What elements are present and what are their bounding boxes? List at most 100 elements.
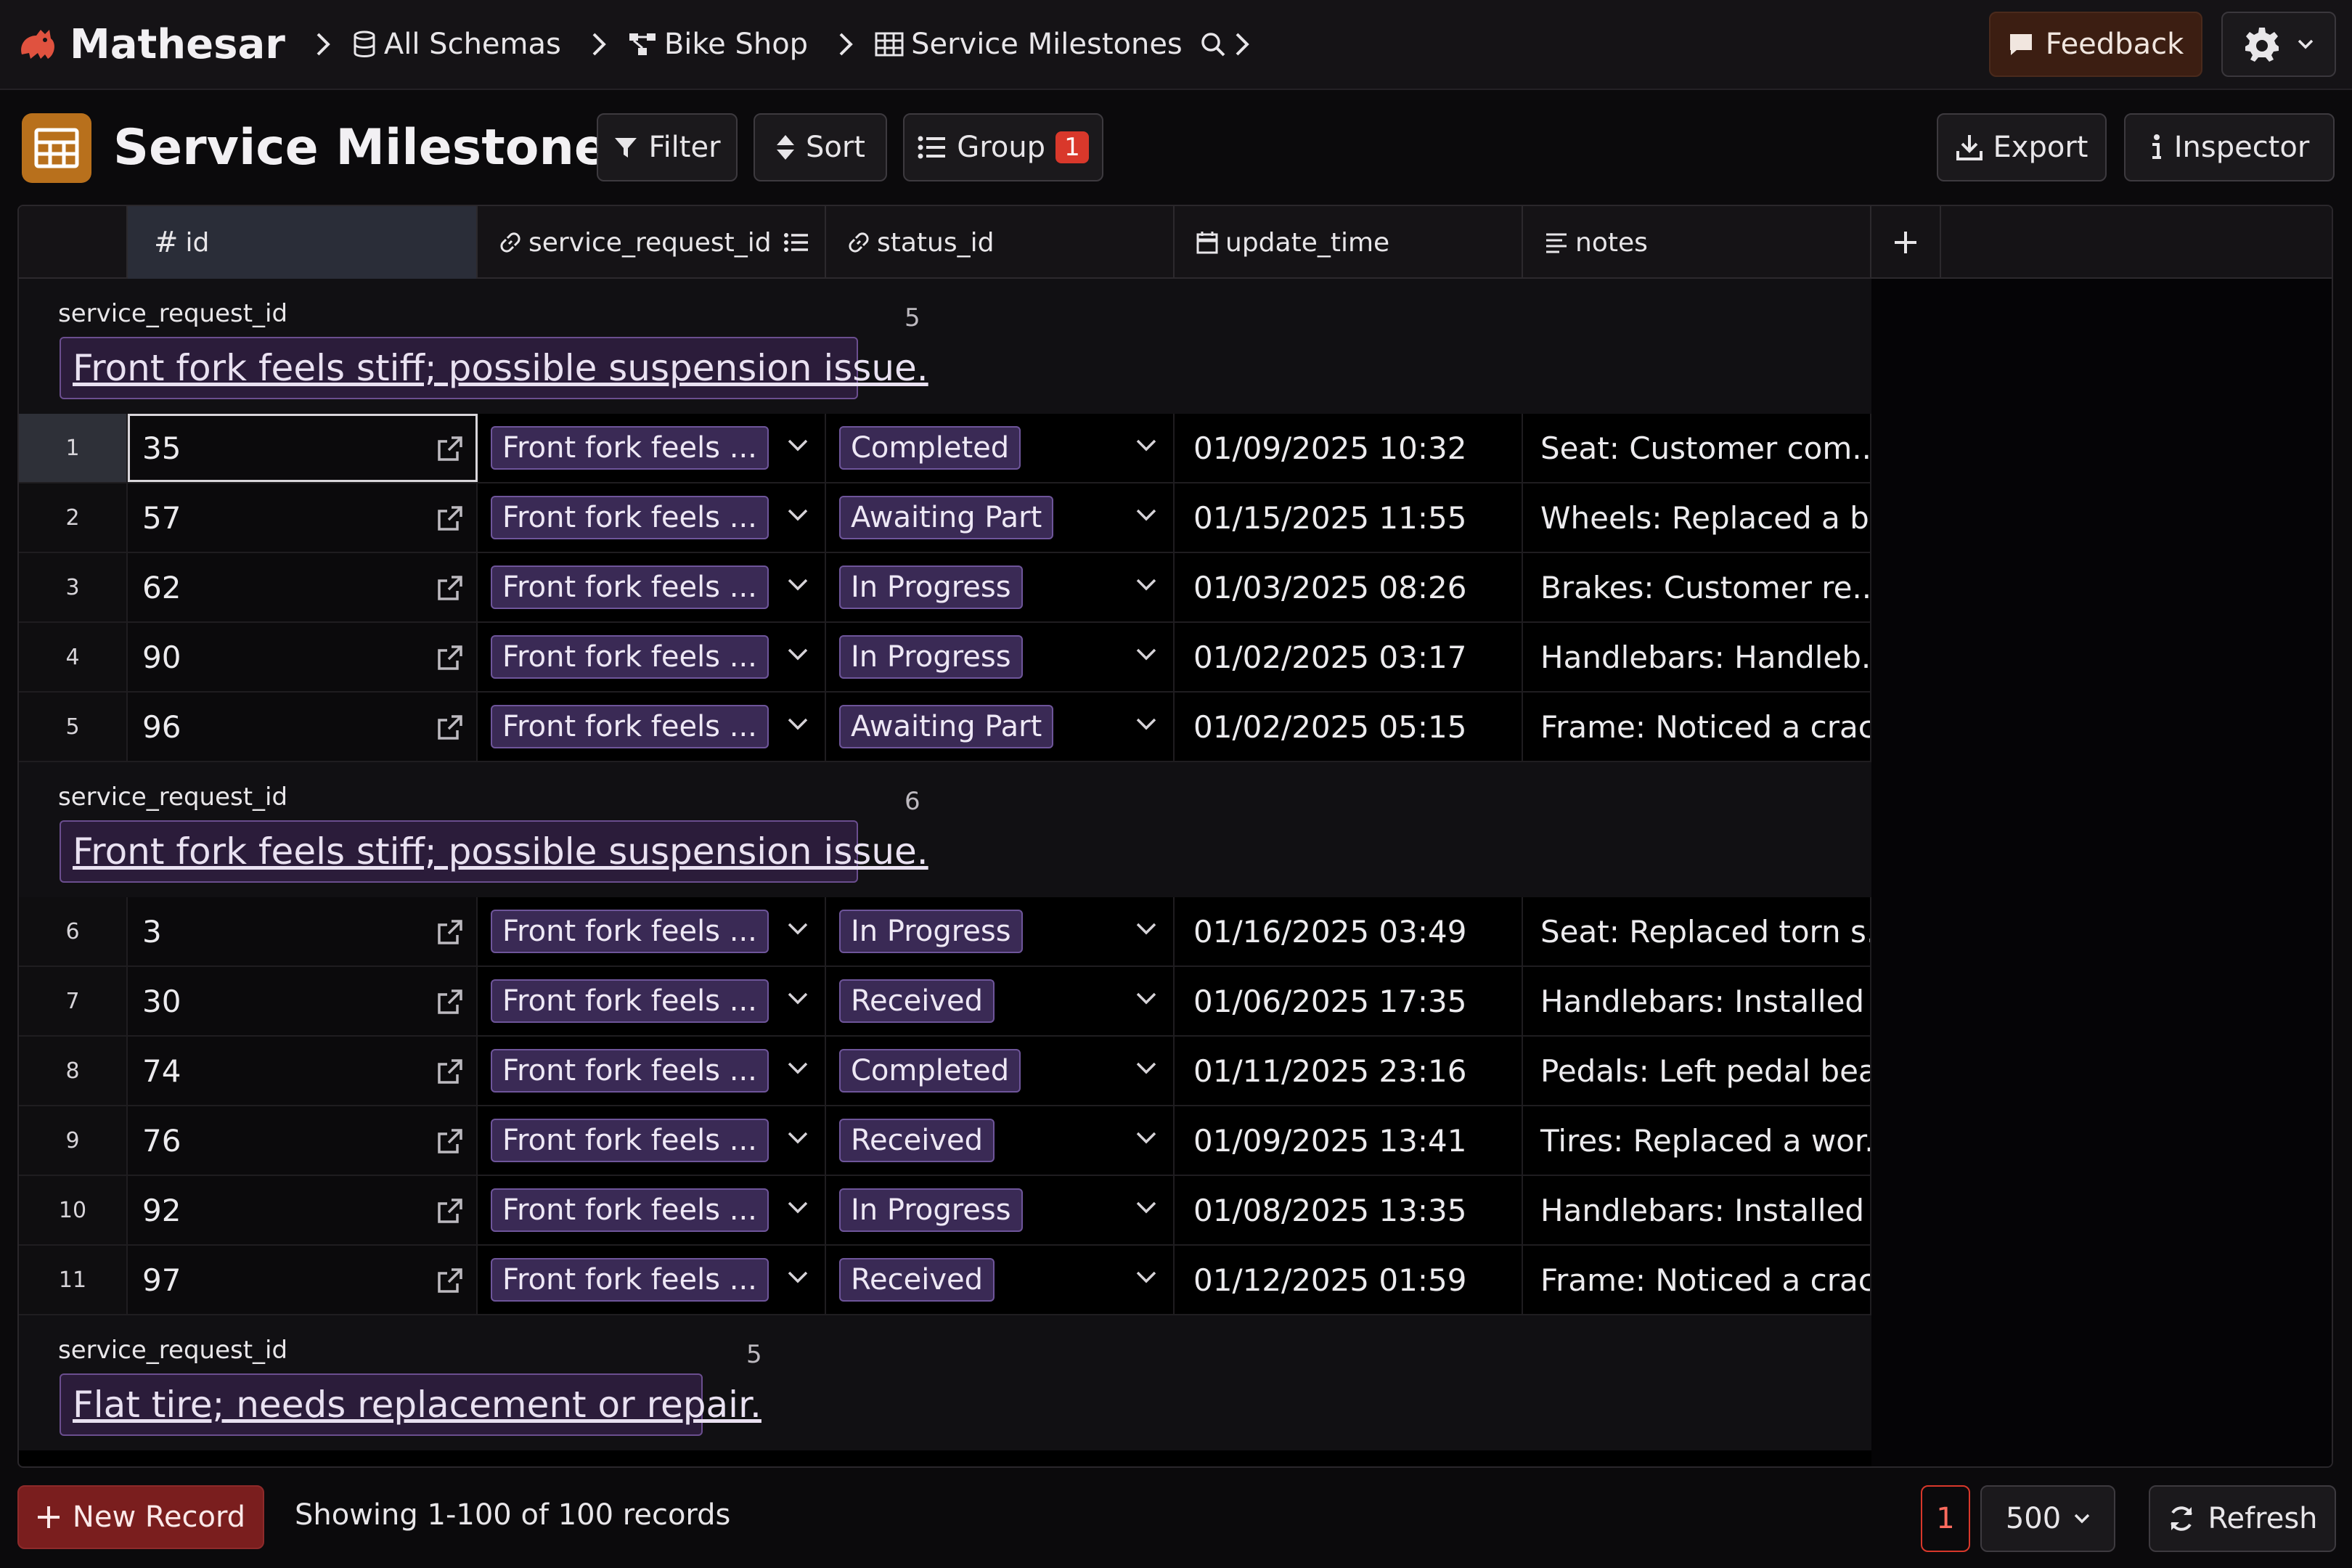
- row-number[interactable]: 11: [19, 1246, 128, 1314]
- open-record-icon[interactable]: [437, 575, 463, 601]
- cell-update-time[interactable]: 01/11/2025 23:16: [1175, 1037, 1523, 1105]
- chevron-down-icon[interactable]: [1135, 922, 1157, 935]
- row-number[interactable]: 2: [19, 483, 128, 552]
- chevron-down-icon[interactable]: [1135, 717, 1157, 730]
- chevron-down-icon[interactable]: [1135, 992, 1157, 1005]
- chevron-down-icon[interactable]: [787, 1270, 809, 1283]
- cell-notes[interactable]: Seat: Customer com...: [1523, 414, 1871, 482]
- cell-notes[interactable]: Handlebars: Handleb...: [1523, 623, 1871, 691]
- cell-notes[interactable]: Seat: Replaced torn s...: [1523, 897, 1871, 965]
- chevron-down-icon[interactable]: [787, 648, 809, 661]
- table-row[interactable]: 3 62 Front fork feels ... In Progress 01/03/…: [19, 553, 1871, 623]
- cell-notes[interactable]: Handlebars: Installed ...: [1523, 1176, 1871, 1244]
- open-record-icon[interactable]: [437, 505, 463, 531]
- cell-notes[interactable]: Frame: Noticed a crac...: [1523, 1246, 1871, 1314]
- cell-service-request-id[interactable]: Front fork feels ...: [478, 1176, 826, 1244]
- breadcrumb-bike-shop[interactable]: Bike Shop: [664, 28, 808, 61]
- cell-service-request-id[interactable]: Front fork feels ...: [478, 693, 826, 761]
- cell-update-time[interactable]: 01/08/2025 13:35: [1175, 1176, 1523, 1244]
- cell-id[interactable]: 30: [128, 967, 478, 1035]
- chevron-down-icon[interactable]: [787, 508, 809, 521]
- group-value-link[interactable]: Front fork feels stiff; possible suspens…: [60, 820, 928, 883]
- table-row[interactable]: 6 3 Front fork feels ... In Progress 01/16/2…: [19, 897, 1871, 967]
- group-value-link[interactable]: Flat tire; needs replacement or repair.: [60, 1373, 761, 1436]
- chevron-down-icon[interactable]: [1135, 648, 1157, 661]
- table-row[interactable]: 8 74 Front fork feels ... Completed 01/11/20…: [19, 1037, 1871, 1106]
- cell-id[interactable]: 92: [128, 1176, 478, 1244]
- cell-status-id[interactable]: Received: [826, 1246, 1175, 1314]
- cell-id[interactable]: 57: [128, 483, 478, 552]
- cell-id[interactable]: 97: [128, 1246, 478, 1314]
- cell-id[interactable]: 3: [128, 897, 478, 965]
- cell-update-time[interactable]: 01/12/2025 01:59: [1175, 1246, 1523, 1314]
- chevron-down-icon[interactable]: [787, 578, 809, 591]
- chevron-down-icon[interactable]: [787, 922, 809, 935]
- table-row[interactable]: 2 57 Front fork feels ... Awaiting Part 01/1…: [19, 483, 1871, 553]
- chevron-down-icon[interactable]: [1135, 1201, 1157, 1214]
- row-number[interactable]: 3: [19, 553, 128, 621]
- column-header-service-request-id[interactable]: service_request_id: [478, 206, 826, 279]
- cell-notes[interactable]: Frame: Noticed a crac...: [1523, 693, 1871, 761]
- home-link[interactable]: Mathesar: [16, 21, 285, 68]
- cell-service-request-id[interactable]: Front fork feels ...: [478, 553, 826, 621]
- row-number[interactable]: 6: [19, 897, 128, 965]
- cell-update-time[interactable]: 01/06/2025 17:35: [1175, 967, 1523, 1035]
- open-record-icon[interactable]: [437, 1128, 463, 1154]
- refresh-button[interactable]: Refresh: [2149, 1485, 2336, 1552]
- table-row[interactable]: [19, 1450, 1871, 1466]
- cell-update-time[interactable]: 01/02/2025 03:17: [1175, 623, 1523, 691]
- cell-service-request-id[interactable]: Front fork feels ...: [478, 1106, 826, 1175]
- open-record-icon[interactable]: [437, 919, 463, 945]
- cell-service-request-id[interactable]: Front fork feels ...: [478, 1246, 826, 1314]
- sort-button[interactable]: Sort: [754, 113, 887, 181]
- cell-status-id[interactable]: Completed: [826, 1037, 1175, 1105]
- new-record-button[interactable]: New Record: [17, 1485, 264, 1549]
- table-row[interactable]: 9 76 Front fork feels ... Received 01/09/202…: [19, 1106, 1871, 1176]
- row-number[interactable]: 9: [19, 1106, 128, 1175]
- cell-service-request-id[interactable]: Front fork feels ...: [478, 897, 826, 965]
- chevron-down-icon[interactable]: [787, 992, 809, 1005]
- group-value-link[interactable]: Front fork feels stiff; possible suspens…: [60, 337, 928, 399]
- table-row[interactable]: 1 35 Front fork feels ... Completed 01/09/20…: [19, 414, 1871, 483]
- cell-status-id[interactable]: Completed: [826, 414, 1175, 482]
- inspector-button[interactable]: Inspector: [2124, 113, 2335, 181]
- column-header-status-id[interactable]: status_id: [826, 206, 1175, 279]
- row-number[interactable]: 5: [19, 693, 128, 761]
- chevron-down-icon[interactable]: [787, 1061, 809, 1074]
- cell-status-id[interactable]: Received: [826, 1106, 1175, 1175]
- chevron-down-icon[interactable]: [1135, 578, 1157, 591]
- open-record-icon[interactable]: [437, 436, 463, 462]
- open-record-icon[interactable]: [437, 1058, 463, 1085]
- search-icon[interactable]: [1200, 31, 1226, 57]
- chevron-down-icon[interactable]: [787, 438, 809, 452]
- cell-update-time[interactable]: 01/16/2025 03:49: [1175, 897, 1523, 965]
- table-row[interactable]: 10 92 Front fork feels ... In Progress 01/08…: [19, 1176, 1871, 1246]
- row-number[interactable]: 4: [19, 623, 128, 691]
- cell-status-id[interactable]: Received: [826, 967, 1175, 1035]
- settings-menu-button[interactable]: [2221, 12, 2336, 77]
- cell-id[interactable]: 74: [128, 1037, 478, 1105]
- cell-status-id[interactable]: In Progress: [826, 897, 1175, 965]
- breadcrumb-service-milestones[interactable]: Service Milestones: [911, 28, 1183, 61]
- cell-id[interactable]: 90: [128, 623, 478, 691]
- cell-notes[interactable]: Tires: Replaced a wor...: [1523, 1106, 1871, 1175]
- cell-notes[interactable]: Wheels: Replaced a b...: [1523, 483, 1871, 552]
- cell-service-request-id[interactable]: Front fork feels ...: [478, 483, 826, 552]
- group-button[interactable]: Group 1: [903, 113, 1103, 181]
- open-record-icon[interactable]: [437, 989, 463, 1015]
- open-record-icon[interactable]: [437, 714, 463, 740]
- chevron-down-icon[interactable]: [1135, 438, 1157, 452]
- export-button[interactable]: Export: [1937, 113, 2107, 181]
- cell-status-id[interactable]: In Progress: [826, 553, 1175, 621]
- cell-service-request-id[interactable]: Front fork feels ...: [478, 623, 826, 691]
- cell-notes[interactable]: Brakes: Customer re...: [1523, 553, 1871, 621]
- cell-update-time[interactable]: 01/09/2025 10:32: [1175, 414, 1523, 482]
- table-row[interactable]: 11 97 Front fork feels ... Received 01/12/20…: [19, 1246, 1871, 1315]
- table-row[interactable]: 5 96 Front fork feels ... Awaiting Part 01/0…: [19, 693, 1871, 762]
- column-header-notes[interactable]: notes: [1523, 206, 1871, 279]
- cell-service-request-id[interactable]: Front fork feels ...: [478, 967, 826, 1035]
- table-row[interactable]: 4 90 Front fork feels ... In Progress 01/02/…: [19, 623, 1871, 693]
- filter-button[interactable]: Filter: [597, 113, 738, 181]
- chevron-right-icon[interactable]: [1233, 31, 1251, 57]
- cell-update-time[interactable]: 01/09/2025 13:41: [1175, 1106, 1523, 1175]
